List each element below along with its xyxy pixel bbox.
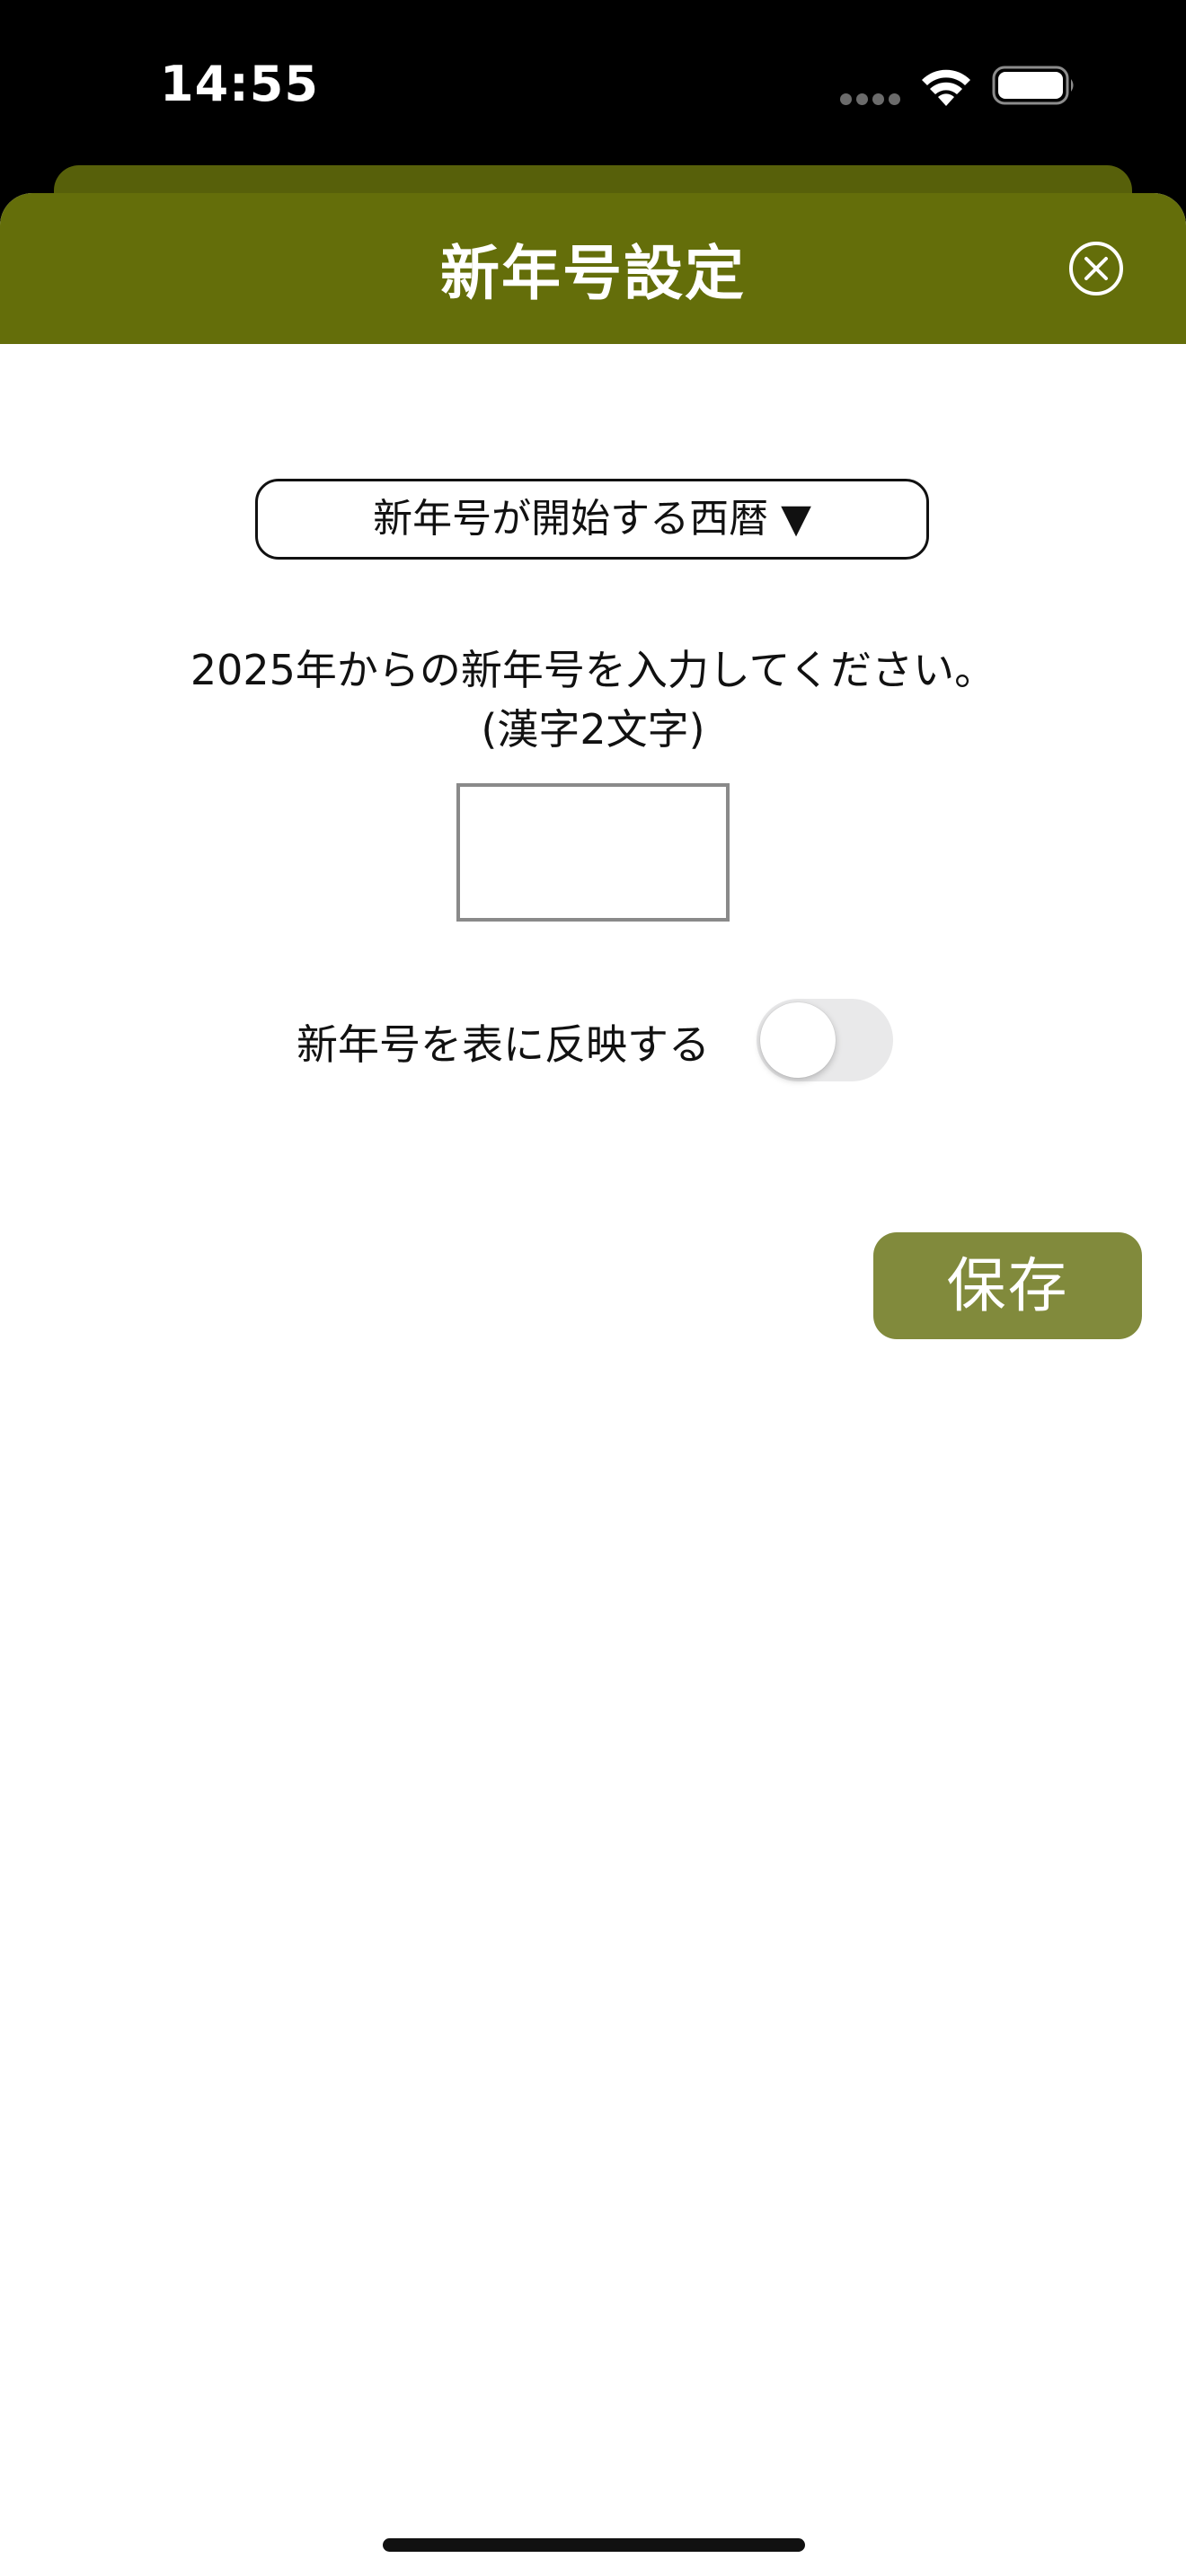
toggle-knob [760, 1002, 836, 1078]
era-start-year-dropdown[interactable]: 新年号が開始する西暦 ▼ [255, 479, 929, 560]
sheet-header: 新年号設定 [0, 193, 1186, 344]
instruction-text: 2025年からの新年号を入力してください。 (漢字2文字) [0, 640, 1186, 759]
status-time: 14:55 [160, 56, 319, 112]
instruction-line-2: (漢字2文字) [481, 705, 705, 754]
save-button[interactable]: 保存 [873, 1232, 1142, 1339]
phone-screen: 14:55 新年号設定 新年号が開始する西暦 ▼ 2025年からの新年号を入力し… [0, 0, 1186, 2576]
instruction-line-1: 2025年からの新年号を入力してください。 [190, 646, 996, 694]
sheet-title: 新年号設定 [440, 239, 746, 308]
wifi-icon [922, 69, 970, 106]
new-era-settings-sheet: 新年号設定 新年号が開始する西暦 ▼ 2025年からの新年号を入力してください。… [0, 193, 1186, 2576]
new-era-name-input[interactable] [456, 783, 730, 922]
battery-icon [992, 66, 1074, 105]
reflect-toggle-label: 新年号を表に反映する [296, 1020, 710, 1069]
home-indicator[interactable] [383, 2538, 805, 2552]
close-circle-icon[interactable] [1067, 240, 1125, 297]
reflect-toggle[interactable] [757, 999, 893, 1081]
signal-dots-icon [840, 93, 901, 106]
